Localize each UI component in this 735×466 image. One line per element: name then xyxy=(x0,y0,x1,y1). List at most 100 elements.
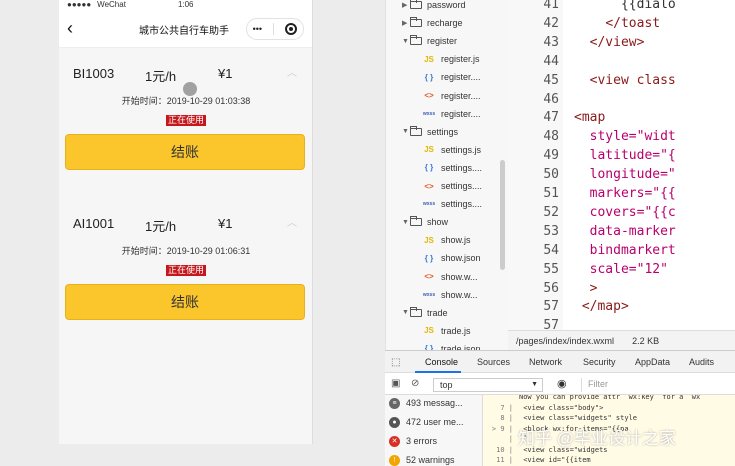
json-file-icon: { } xyxy=(424,72,434,82)
file-node[interactable]: JS trade.js xyxy=(422,322,470,340)
context-select[interactable]: top ▼ xyxy=(433,378,543,392)
line-number: 57 xyxy=(543,299,559,315)
node-label: show.w... xyxy=(441,271,478,282)
file-node[interactable]: { } trade.json xyxy=(422,340,481,350)
inspect-element-icon[interactable]: ⬚ xyxy=(391,357,400,368)
node-label: settings.... xyxy=(441,199,483,210)
nav-bar: ‹ 城市公共自行车助手 ••• xyxy=(59,10,312,48)
folder-node[interactable]: ▶ recharge xyxy=(402,14,463,32)
file-path: /pages/index/index.wxml xyxy=(516,335,615,346)
message-count-label: 52 warnings xyxy=(406,455,455,465)
unit-price: 1元/h xyxy=(145,69,177,84)
file-node[interactable]: { } register.... xyxy=(422,68,481,86)
tab-console[interactable]: Console xyxy=(425,357,458,367)
js-file-icon: JS xyxy=(424,54,434,64)
code-token: style="widt xyxy=(589,129,676,145)
code-line: </toast xyxy=(574,16,660,31)
file-node[interactable]: JS settings.js xyxy=(422,141,481,159)
page-title: 城市公共自行车助手 xyxy=(139,26,229,37)
wxml-file-icon: <> xyxy=(424,272,434,281)
code-line: bindmarkert xyxy=(574,243,676,258)
file-node[interactable]: <> settings.... xyxy=(422,177,482,195)
signal-icon: ●●●●● xyxy=(67,0,92,9)
close-mini-program-icon[interactable] xyxy=(285,23,298,35)
message-count-label: 493 messag... xyxy=(406,398,463,408)
collapse-chevron-icon[interactable]: ︿ xyxy=(287,214,297,229)
line-number: 41 xyxy=(543,0,559,12)
line-number: 44 xyxy=(543,53,559,69)
code-editor[interactable]: 41 42 43 44 45 46 47 48 49 50 51 52 53 54 55 56 57 57 {{d… xyxy=(508,0,735,330)
line-number: 53 xyxy=(543,223,559,239)
bike-id: BI1003 xyxy=(73,66,115,81)
back-chevron-icon[interactable]: ‹ xyxy=(67,19,73,37)
folder-node[interactable]: ▼ trade xyxy=(402,304,448,322)
folder-node[interactable]: ▶ password xyxy=(402,0,466,14)
message-filter-warning[interactable]: ! 52 warnings xyxy=(389,451,455,466)
user-icon: ● xyxy=(389,416,400,428)
message-filter-list[interactable]: ≡ 493 messag... xyxy=(389,394,463,412)
clear-console-icon[interactable]: ⊘ xyxy=(411,378,419,389)
context-value: top xyxy=(440,380,453,390)
tab-network[interactable]: Network xyxy=(529,357,562,367)
console-filter-input[interactable]: Filter xyxy=(581,378,735,392)
folder-node[interactable]: ▼ show xyxy=(402,213,448,231)
order-amount: ¥1 xyxy=(218,216,233,231)
code-token: scale="12" xyxy=(589,261,668,277)
file-node[interactable]: wxss register.... xyxy=(422,105,481,123)
file-node[interactable]: <> register.... xyxy=(422,87,480,105)
sidebar-toggle-icon[interactable]: ▣ xyxy=(391,378,400,389)
file-node[interactable]: { } show.json xyxy=(422,249,481,267)
code-line: latitude="{ xyxy=(574,148,676,163)
line-number: 50 xyxy=(543,167,559,183)
node-label: recharge xyxy=(427,18,463,29)
node-label: settings.js xyxy=(441,144,482,155)
code-token: longitude=" xyxy=(589,167,676,183)
tab-audits[interactable]: Audits xyxy=(689,357,714,367)
js-file-icon: JS xyxy=(424,235,434,245)
live-expression-eye-icon[interactable]: ◉ xyxy=(557,377,567,390)
tab-appdata[interactable]: AppData xyxy=(635,357,670,367)
code-line: covers="{{c xyxy=(574,205,676,220)
file-node[interactable]: JS register.js xyxy=(422,50,479,68)
message-filter-error[interactable]: ✕ 3 errors xyxy=(389,432,437,450)
collapse-chevron-icon[interactable]: ︿ xyxy=(287,64,297,79)
message-filter-user[interactable]: ● 472 user me... xyxy=(389,413,464,431)
status-bar: ●●●●● WeChat 1:06 xyxy=(59,0,312,10)
status-badge: 正在使用 xyxy=(166,115,206,126)
more-icon[interactable]: ••• xyxy=(253,24,262,34)
node-label: show.json xyxy=(441,253,481,264)
bike-id: AI1001 xyxy=(73,216,115,231)
node-label: show.js xyxy=(441,235,471,246)
console-line-number: 11 | xyxy=(496,456,513,464)
code-token: > xyxy=(589,280,598,296)
console-line-number: 10 | xyxy=(496,445,513,454)
folder-node[interactable]: ▼ register xyxy=(402,32,457,50)
node-label: settings xyxy=(427,126,459,137)
tab-security[interactable]: Security xyxy=(583,357,616,367)
checkout-button[interactable]: 结账 xyxy=(65,284,305,320)
unit-price: 1元/h xyxy=(145,219,177,234)
console-line-text: <view id="{{item xyxy=(519,456,591,464)
code-token: bindmarkert xyxy=(589,242,676,258)
js-file-icon: JS xyxy=(424,326,434,336)
code-line: scale="12" xyxy=(574,262,668,277)
file-node[interactable]: <> show.w... xyxy=(422,268,478,286)
line-number-gutter: 41 42 43 44 45 46 47 48 49 50 51 52 53 54 55 56 57 57 xyxy=(508,0,563,330)
console-line-text: Now you can provide attr `wx:key` for a … xyxy=(519,395,701,401)
file-node[interactable]: { } settings.... xyxy=(422,159,482,177)
code-line: markers="{{ xyxy=(574,186,676,201)
code-line: longitude=" xyxy=(574,167,676,182)
file-node[interactable]: wxss show.w... xyxy=(422,286,478,304)
code-line: <view class xyxy=(574,73,676,88)
code-token: {{dialo xyxy=(620,0,676,12)
tab-sources[interactable]: Sources xyxy=(477,357,510,367)
checkout-button[interactable]: 结账 xyxy=(65,134,305,170)
folder-node[interactable]: ▼ settings xyxy=(402,123,458,141)
file-node[interactable]: JS show.js xyxy=(422,231,471,249)
code-line: data-marker xyxy=(574,224,676,239)
file-tree-scrollbar[interactable] xyxy=(500,160,505,270)
code-token: <map xyxy=(574,110,606,126)
file-node[interactable]: wxss settings.... xyxy=(422,195,482,213)
